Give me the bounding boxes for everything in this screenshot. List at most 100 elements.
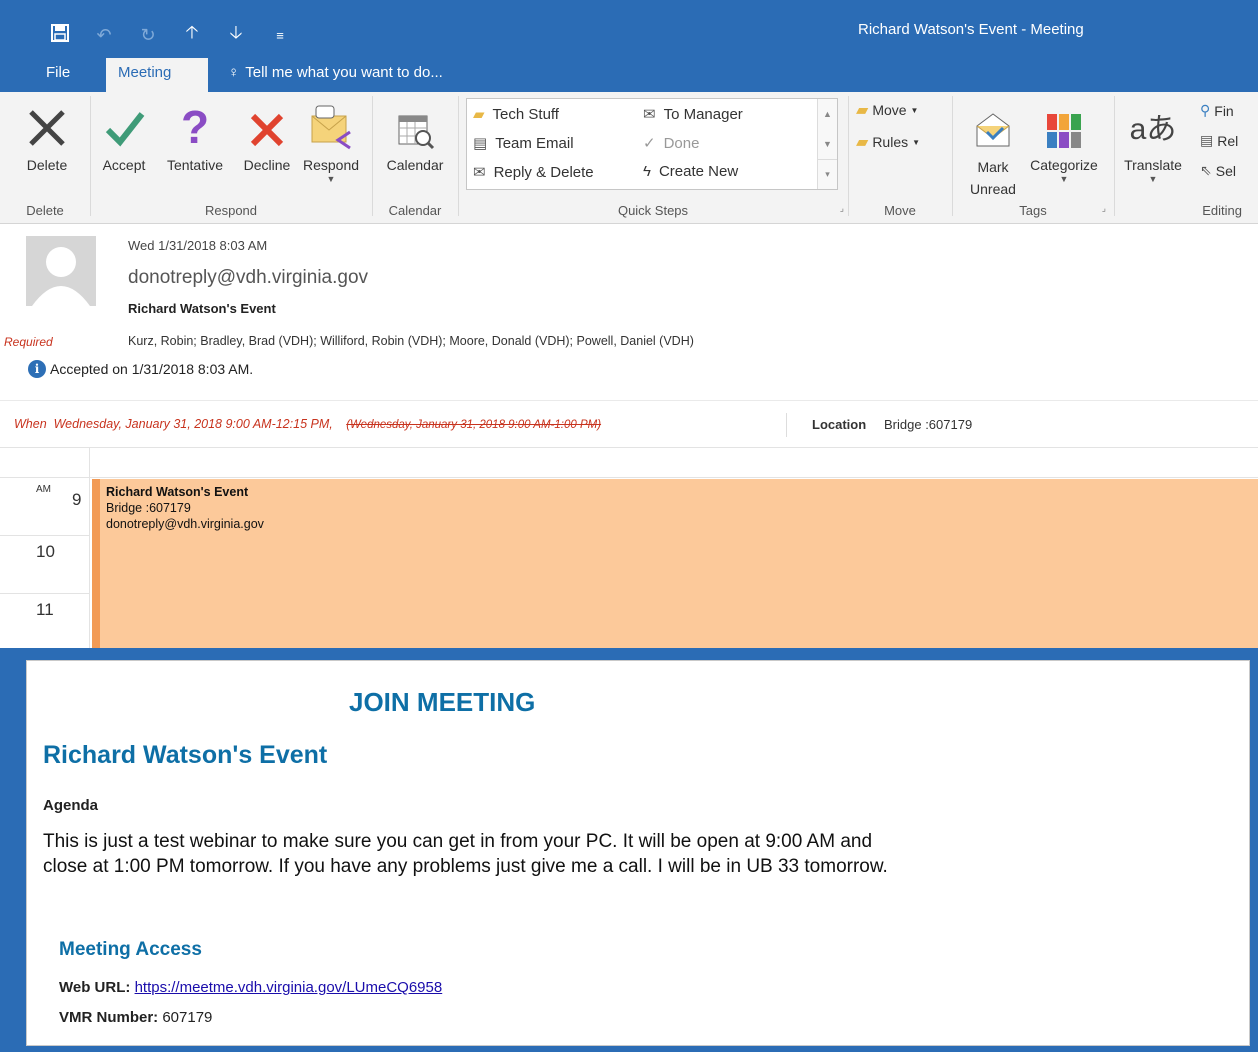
find-button[interactable]: ⚲ Fin (1200, 102, 1234, 119)
previous-time: (Wednesday, January 31, 2018 9:00 AM-1:0… (346, 419, 602, 431)
move-button[interactable]: ▰ Move ▼ (856, 100, 918, 120)
save-icon[interactable] (50, 23, 70, 47)
rules-icon: ▰ (856, 134, 869, 151)
related-button[interactable]: ▤ Rel (1200, 132, 1238, 149)
calendar-icon (398, 115, 435, 150)
window-title: Richard Watson's Event - Meeting (858, 21, 1084, 38)
select-button[interactable]: ⇖ Sel (1200, 162, 1236, 179)
chevron-down-icon: ▼ (910, 105, 919, 115)
redo-icon[interactable]: ↻ (138, 25, 158, 46)
delete-x-icon (29, 110, 65, 146)
move-group: ▰ Move ▼ ▰ Rules ▼ Move (848, 92, 952, 224)
tab-meeting[interactable]: Meeting (106, 58, 208, 92)
when-info: When Wednesday, January 31, 2018 9:00 AM… (14, 417, 602, 431)
up-arrow-icon[interactable]: 🡡 (182, 20, 202, 50)
editing-group: aあ Translate ▼ ⚲ Fin ▤ Rel ⇖ Sel Editing (1114, 92, 1258, 224)
group-label-respond: Respond (204, 203, 258, 218)
respond-button[interactable]: Respond ▼ (296, 98, 366, 184)
required-label: Required (4, 335, 53, 349)
calendar-button[interactable]: Calendar (378, 98, 452, 174)
respond-group: Accept ? Tentative Decline Respond ▼ Res… (90, 92, 372, 224)
meeting-access-heading: Meeting Access (59, 939, 202, 960)
ribbon-tabs: File Meeting ♀ Tell me what you want to d… (0, 58, 1258, 92)
related-doc-icon: ▤ (1200, 132, 1214, 148)
location-label: Location (812, 417, 867, 432)
appointment-block[interactable]: Richard Watson's Event Bridge :607179 do… (92, 479, 1258, 648)
undo-icon[interactable]: ↶ (94, 25, 114, 46)
chevron-down-icon: ▼ (326, 174, 336, 184)
calendar-preview: 9 AM 10 11 Richard Watson's Event Bridge … (0, 448, 1258, 648)
appointment-organizer: donotreply@vdh.virginia.gov (106, 517, 264, 531)
join-meeting-link[interactable]: JOIN MEETING (349, 687, 535, 718)
translate-icon: aあ (1129, 113, 1177, 146)
hour-label-9: 9 AM (0, 478, 89, 536)
avatar (26, 236, 96, 306)
chevron-down-icon: ▼ (912, 137, 921, 147)
categorize-button[interactable]: Categorize ▼ (1022, 98, 1106, 184)
respond-envelope-icon (311, 105, 351, 150)
message-body: JOIN MEETING Richard Watson's Event Agen… (26, 660, 1250, 1046)
mark-unread-button[interactable]: Mark Unread (960, 98, 1026, 200)
tags-group: Mark Unread Categorize ▼ Tags ⌟ (952, 92, 1114, 224)
appointment-title: Richard Watson's Event (106, 485, 249, 499)
search-icon: ⚲ (1200, 102, 1211, 118)
when-location-bar: When Wednesday, January 31, 2018 9:00 AM… (0, 400, 1258, 448)
tell-me-search[interactable]: ♀ Tell me what you want to do... (216, 58, 455, 92)
group-label-tags: Tags (1019, 203, 1047, 218)
group-label-quick-steps: Quick Steps (617, 203, 689, 218)
mark-unread-envelope-icon (976, 113, 1010, 147)
message-subject: Richard Watson's Event (128, 301, 276, 316)
dialog-launcher-icon[interactable]: ⌟ (1102, 203, 1106, 214)
required-attendees[interactable]: Kurz, Robin; Bradley, Brad (VDH); Willif… (128, 334, 694, 348)
quick-steps-group: Quick Steps ⌟ (458, 92, 848, 224)
categorize-icon (1047, 114, 1081, 148)
move-folder-icon: ▰ (856, 102, 869, 119)
quick-access-toolbar: ↶ ↻ 🡡 🡣 ≡ (50, 20, 290, 50)
calendar-top-row (0, 448, 1258, 478)
calendar-group: Calendar Calendar (372, 92, 458, 224)
delete-button[interactable]: Delete (22, 98, 72, 174)
rules-button[interactable]: ▰ Rules ▼ (856, 132, 920, 152)
checkmark-icon (105, 112, 145, 147)
group-label-move: Move (884, 203, 916, 218)
agenda-heading: Agenda (43, 797, 99, 814)
location-value: Bridge :607179 (884, 417, 973, 432)
cursor-arrow-icon: ⇖ (1200, 162, 1212, 178)
decline-button[interactable]: Decline (234, 98, 300, 174)
delete-group: Delete Delete (0, 92, 90, 224)
lightbulb-icon: ♀ (228, 64, 240, 81)
accept-button[interactable]: Accept (96, 98, 152, 174)
group-label-delete: Delete (26, 203, 64, 218)
calendar-gutter-divider (89, 448, 90, 648)
vmr-number: 607179 (162, 1009, 213, 1026)
divider (786, 413, 787, 437)
sender-address[interactable]: donotreply@vdh.virginia.gov (128, 267, 368, 289)
info-icon: i (28, 360, 46, 378)
agenda-text: This is just a test webinar to make sure… (43, 831, 888, 877)
title-bar: ↶ ↻ 🡡 🡣 ≡ Richard Watson's Event - Meeti… (0, 0, 1258, 58)
group-label-editing: Editing (1202, 203, 1242, 218)
appointment-location: Bridge :607179 (106, 501, 191, 515)
hour-label-10: 10 (0, 536, 89, 594)
when-value: Wednesday, January 31, 2018 9:00 AM-12:1… (53, 417, 333, 431)
ribbon: Delete Delete Accept ? Tentative Decline… (0, 92, 1258, 224)
message-header: Wed 1/31/2018 8:03 AM donotreply@vdh.vir… (0, 224, 1258, 400)
web-url-line: Web URL: https://meetme.vdh.virginia.gov… (59, 979, 443, 996)
decline-x-icon (250, 113, 284, 147)
tab-file[interactable]: File (34, 58, 82, 92)
message-date: Wed 1/31/2018 8:03 AM (128, 238, 268, 253)
chevron-down-icon: ▼ (1059, 174, 1069, 184)
customize-icon[interactable]: ≡ (270, 28, 290, 43)
event-title: Richard Watson's Event (43, 741, 328, 769)
web-url-link[interactable]: https://meetme.vdh.virginia.gov/LUmeCQ69… (135, 979, 443, 996)
question-mark-icon: ? (180, 101, 210, 153)
dialog-launcher-icon[interactable]: ⌟ (840, 203, 844, 214)
accepted-infobar: i Accepted on 1/31/2018 8:03 AM. (28, 360, 253, 378)
translate-button[interactable]: aあ Translate ▼ (1120, 98, 1186, 184)
down-arrow-icon[interactable]: 🡣 (226, 20, 246, 50)
vmr-line: VMR Number: 607179 (59, 1009, 213, 1026)
hour-label-11: 11 (36, 600, 54, 619)
tentative-button[interactable]: ? Tentative (156, 98, 234, 174)
chevron-down-icon: ▼ (1148, 174, 1158, 184)
group-label-calendar: Calendar (388, 203, 442, 218)
